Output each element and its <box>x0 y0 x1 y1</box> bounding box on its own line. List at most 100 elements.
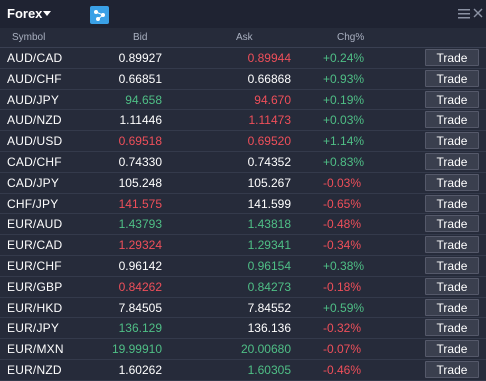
ask-cell: 0.66868 <box>247 71 291 86</box>
table-row[interactable]: EUR/HKD 7.84505 7.84552 +0.59% Trade <box>0 298 486 319</box>
ask-cell: 20.00680 <box>240 342 291 357</box>
table-row[interactable]: EUR/AUD 1.43793 1.43818 -0.48% Trade <box>0 214 486 236</box>
symbol-cell: EUR/GBP <box>7 279 63 294</box>
table-row[interactable]: EUR/CHF 0.96142 0.96154 +0.38% Trade <box>0 256 486 277</box>
ask-cell: 141.599 <box>247 196 291 211</box>
trade-button[interactable]: Trade <box>425 69 479 87</box>
ask-cell: 1.43818 <box>247 217 291 232</box>
trade-button[interactable]: Trade <box>425 132 479 150</box>
bid-cell: 136.129 <box>118 321 162 336</box>
bid-cell: 0.89927 <box>118 51 162 65</box>
symbol-cell: CHF/JPY <box>7 196 59 211</box>
trade-button[interactable]: Trade <box>425 256 479 274</box>
hamburger-menu-icon[interactable] <box>458 9 470 19</box>
change-cell: +0.83% <box>323 154 365 169</box>
bid-cell: 1.11446 <box>119 113 163 128</box>
change-cell: +0.03% <box>323 113 365 128</box>
ask-cell: 0.74352 <box>247 154 291 169</box>
panel-header: Forex <box>0 0 486 29</box>
quote-table: AUD/CAD 0.89927 0.89944 +0.24% Trade AUD/CHF 0… <box>0 48 486 381</box>
symbol-cell: EUR/MXN <box>7 342 64 357</box>
bid-cell: 0.74330 <box>118 154 162 169</box>
table-row[interactable]: EUR/MXN 19.99910 20.00680 -0.07% Trade <box>0 339 486 360</box>
change-cell: -0.34% <box>323 238 362 253</box>
table-row[interactable]: AUD/NZD 1.11446 1.11473 +0.03% Trade <box>0 110 486 132</box>
symbol-cell: EUR/CHF <box>7 258 62 273</box>
table-row[interactable]: EUR/JPY 136.129 136.136 -0.32% Trade <box>0 318 486 340</box>
column-header-symbol[interactable]: Symbol <box>12 32 45 43</box>
symbol-cell: AUD/NZD <box>7 113 62 128</box>
table-row[interactable]: CAD/JPY 105.248 105.267 -0.03% Trade <box>0 173 486 194</box>
table-header: Symbol Bid Ask Chg% <box>0 28 486 48</box>
change-cell: -0.65% <box>323 196 362 211</box>
trade-button[interactable]: Trade <box>425 215 479 233</box>
table-row[interactable]: EUR/CAD 1.29324 1.29341 -0.34% Trade <box>0 235 486 256</box>
table-row[interactable]: EUR/GBP 0.84262 0.84273 -0.18% Trade <box>0 277 486 298</box>
ask-cell: 7.84552 <box>247 300 291 315</box>
table-row[interactable]: CHF/JPY 141.575 141.599 -0.65% Trade <box>0 194 486 215</box>
network-icon <box>94 10 105 21</box>
bid-cell: 19.99910 <box>111 342 162 357</box>
caret-down-icon[interactable] <box>43 11 51 16</box>
trade-button[interactable]: Trade <box>425 152 479 170</box>
panel-title[interactable]: Forex <box>7 6 42 21</box>
change-cell: +1.14% <box>323 134 365 149</box>
symbol-cell: EUR/HKD <box>7 300 63 315</box>
trade-button[interactable]: Trade <box>425 90 479 108</box>
trade-button[interactable]: Trade <box>425 340 479 358</box>
column-header-chg[interactable]: Chg% <box>337 32 364 43</box>
trade-button[interactable]: Trade <box>425 111 479 129</box>
table-row[interactable]: AUD/CHF 0.66851 0.66868 +0.93% Trade <box>0 69 486 90</box>
network-button[interactable] <box>90 6 109 24</box>
bid-cell: 94.658 <box>125 92 162 107</box>
column-header-ask[interactable]: Ask <box>236 32 253 43</box>
symbol-cell: EUR/NZD <box>7 362 62 377</box>
trade-button[interactable]: Trade <box>425 360 479 378</box>
symbol-cell: EUR/AUD <box>7 217 63 232</box>
table-row[interactable]: EUR/NZD 1.60262 1.60305 -0.46% Trade <box>0 360 486 381</box>
bid-cell: 1.29324 <box>118 238 162 253</box>
change-cell: +0.19% <box>323 92 365 107</box>
ask-cell: 1.29341 <box>247 238 291 253</box>
bid-cell: 0.96142 <box>118 258 162 273</box>
bid-cell: 105.248 <box>118 175 162 190</box>
change-cell: +0.38% <box>323 258 365 273</box>
close-icon[interactable] <box>473 8 483 18</box>
table-row[interactable]: CAD/CHF 0.74330 0.74352 +0.83% Trade <box>0 152 486 173</box>
trade-button[interactable]: Trade <box>425 319 479 337</box>
symbol-cell: AUD/CHF <box>7 71 62 86</box>
ask-cell: 94.670 <box>254 92 291 107</box>
change-cell: -0.32% <box>323 321 362 336</box>
change-cell: +0.59% <box>323 300 365 315</box>
change-cell: -0.18% <box>323 279 362 294</box>
bid-cell: 0.69518 <box>118 134 162 149</box>
table-row[interactable]: AUD/JPY 94.658 94.670 +0.19% Trade <box>0 90 486 111</box>
column-header-bid[interactable]: Bid <box>133 32 147 43</box>
ask-cell: 0.84273 <box>247 279 291 294</box>
change-cell: -0.07% <box>323 342 362 357</box>
bid-cell: 141.575 <box>118 196 162 211</box>
ask-cell: 0.96154 <box>247 258 291 273</box>
trade-button[interactable]: Trade <box>425 298 479 316</box>
trade-button[interactable]: Trade <box>425 173 479 191</box>
trade-button[interactable]: Trade <box>425 49 479 66</box>
ask-cell: 0.69520 <box>247 134 291 149</box>
change-cell: -0.46% <box>323 362 362 377</box>
bid-cell: 1.43793 <box>118 217 162 232</box>
ask-cell: 136.136 <box>247 321 291 336</box>
table-row[interactable]: AUD/USD 0.69518 0.69520 +1.14% Trade <box>0 131 486 152</box>
trade-button[interactable]: Trade <box>425 194 479 212</box>
symbol-cell: AUD/USD <box>7 134 63 149</box>
bid-cell: 0.66851 <box>118 71 162 86</box>
symbol-cell: CAD/JPY <box>7 175 60 190</box>
bid-cell: 1.60262 <box>118 362 162 377</box>
symbol-cell: CAD/CHF <box>7 154 62 169</box>
change-cell: +0.93% <box>323 71 365 86</box>
table-row[interactable]: AUD/CAD 0.89927 0.89944 +0.24% Trade <box>0 48 486 69</box>
bid-cell: 0.84262 <box>118 279 162 294</box>
change-cell: +0.24% <box>323 51 365 65</box>
change-cell: -0.03% <box>323 175 362 190</box>
bid-cell: 7.84505 <box>118 300 162 315</box>
trade-button[interactable]: Trade <box>425 277 479 295</box>
trade-button[interactable]: Trade <box>425 236 479 254</box>
